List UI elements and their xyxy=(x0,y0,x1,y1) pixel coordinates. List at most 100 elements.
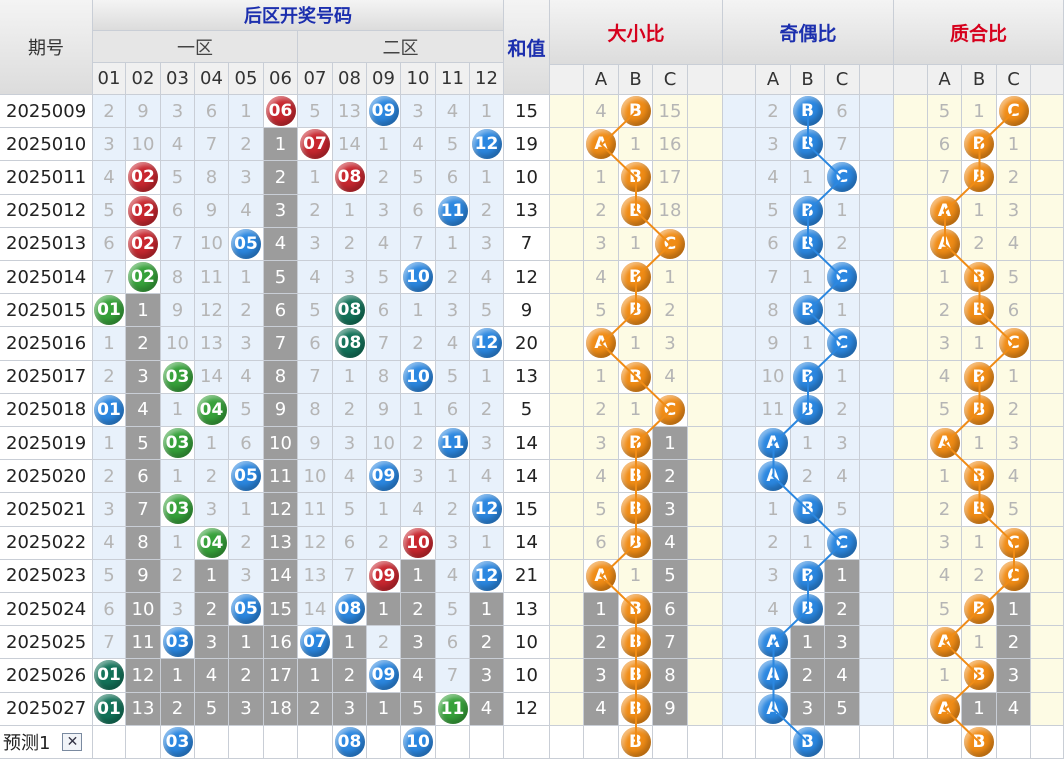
omission-value: 3 xyxy=(446,532,459,554)
size-ratio-ball: B xyxy=(620,361,651,392)
number-column-header[interactable]: 05 xyxy=(229,63,264,95)
omission-value: 10 xyxy=(200,233,223,255)
pc-ratio-cell: 3 xyxy=(997,659,1031,693)
omission-value: 1 xyxy=(480,532,493,554)
number-cell: 1 xyxy=(401,294,436,328)
number-cell: 18 xyxy=(264,692,298,726)
forecast-number-cell[interactable]: 08 xyxy=(333,725,367,759)
ratio-omission: 11 xyxy=(761,399,785,421)
ratio-omission: 4 xyxy=(595,698,607,720)
number-cell: 11 xyxy=(195,261,229,295)
number-column-header[interactable]: 04 xyxy=(195,63,229,95)
pc-pad xyxy=(894,161,928,195)
ratio-omission: 1 xyxy=(801,332,814,354)
forecast-number-cell[interactable] xyxy=(264,725,298,759)
forecast-number-cell[interactable] xyxy=(195,725,229,759)
omission-value: 7 xyxy=(103,631,115,653)
ratio-omission: 3 xyxy=(1007,200,1020,222)
number-column-header[interactable]: 10 xyxy=(401,63,436,95)
omission-value: 3 xyxy=(412,465,424,487)
oe-pad xyxy=(860,659,894,693)
size-ratio-cell: 4 xyxy=(653,526,688,560)
number-cell: 07 xyxy=(298,128,333,162)
number-cell: 4 xyxy=(401,493,436,527)
omission-value: 3 xyxy=(240,698,252,720)
forecast-ratio-cell[interactable] xyxy=(825,725,860,759)
forecast-number-cell[interactable] xyxy=(229,725,264,759)
number-cell: 5 xyxy=(126,427,161,461)
close-forecast-button[interactable]: ✕ xyxy=(62,732,83,751)
number-cell: 3 xyxy=(264,194,298,228)
number-cell: 05 xyxy=(229,227,264,261)
forecast-ratio-cell[interactable] xyxy=(756,725,791,759)
forecast-ratio-cell[interactable]: B xyxy=(791,725,825,759)
drawn-number-ball: 02 xyxy=(128,262,158,293)
number-column-header[interactable]: 03 xyxy=(161,63,195,95)
omission-value: 4 xyxy=(103,532,115,554)
size-pad xyxy=(688,393,723,427)
forecast-ratio-cell[interactable] xyxy=(997,725,1031,759)
number-cell: 9 xyxy=(126,95,161,129)
number-cell: 2 xyxy=(229,294,264,328)
forecast-ratio-cell[interactable] xyxy=(584,725,619,759)
oe-ratio-cell: B xyxy=(791,227,825,261)
omission-value: 9 xyxy=(137,100,149,122)
forecast-number-cell[interactable]: 10 xyxy=(401,725,436,759)
ratio-omission: 2 xyxy=(767,100,779,122)
forecast-number-cell[interactable] xyxy=(93,725,126,759)
number-column-header[interactable]: 08 xyxy=(333,63,367,95)
number-column-header[interactable]: 02 xyxy=(126,63,161,95)
number-cell: 1 xyxy=(436,227,470,261)
omission-value: 5 xyxy=(240,399,252,421)
number-column-header[interactable]: 09 xyxy=(367,63,401,95)
ratio-omission: 7 xyxy=(938,166,951,188)
pc-ratio-cell: 5 xyxy=(928,593,962,627)
size-ratio-cell: 3 xyxy=(584,659,619,693)
number-cell: 4 xyxy=(229,360,264,394)
number-cell: 4 xyxy=(367,227,401,261)
forecast-number-cell[interactable] xyxy=(436,725,470,759)
oe-pad xyxy=(723,526,756,560)
number-column-header[interactable]: 01 xyxy=(93,63,126,95)
omission-value: 6 xyxy=(343,532,356,554)
size-ratio-cell: C xyxy=(653,227,688,261)
ratio-omission: 1 xyxy=(629,565,642,587)
number-column-header[interactable]: 11 xyxy=(436,63,470,95)
forecast-number-cell[interactable] xyxy=(126,725,161,759)
forecast-number-cell[interactable] xyxy=(367,725,401,759)
number-column-header[interactable]: 07 xyxy=(298,63,333,95)
omission-value: 1 xyxy=(240,631,252,653)
forecast-ratio-cell[interactable] xyxy=(928,725,962,759)
pc-pad xyxy=(894,327,928,361)
drawn-number-ball: 10 xyxy=(403,361,433,392)
number-column-header[interactable]: 12 xyxy=(470,63,504,95)
forecast-ratio-cell[interactable]: B xyxy=(619,725,653,759)
number-cell: 4 xyxy=(470,460,504,494)
pc-ratio-cell: 1 xyxy=(962,526,997,560)
omission-value: 9 xyxy=(137,565,149,587)
ratio-omission: 9 xyxy=(664,698,676,720)
number-cell: 2 xyxy=(229,128,264,162)
size-pad xyxy=(550,227,584,261)
oe-ratio-cell: C xyxy=(825,261,860,295)
number-cell: 3 xyxy=(470,427,504,461)
forecast-number-cell[interactable]: 03 xyxy=(161,725,195,759)
size-pad xyxy=(688,559,723,593)
oe-pad xyxy=(723,194,756,228)
forecast-number-cell[interactable] xyxy=(470,725,504,759)
number-column-header[interactable]: 06 xyxy=(264,63,298,95)
omission-value: 5 xyxy=(171,166,184,188)
number-cell: 2 xyxy=(401,427,436,461)
oe-ratio-ball: A xyxy=(758,693,788,724)
number-cell: 3 xyxy=(436,294,470,328)
ratio-omission: 1 xyxy=(973,432,985,454)
odd-even-header-abc-header: A xyxy=(756,65,791,95)
number-cell: 01 xyxy=(93,393,126,427)
forecast-ratio-cell[interactable] xyxy=(653,725,688,759)
size-ratio-cell: A xyxy=(584,559,619,593)
forecast-ratio-cell[interactable]: B xyxy=(962,725,997,759)
number-cell: 11 xyxy=(436,692,470,726)
number-cell: 03 xyxy=(161,626,195,660)
forecast-number-cell[interactable] xyxy=(298,725,333,759)
period-cell: 2025013 xyxy=(0,227,93,261)
